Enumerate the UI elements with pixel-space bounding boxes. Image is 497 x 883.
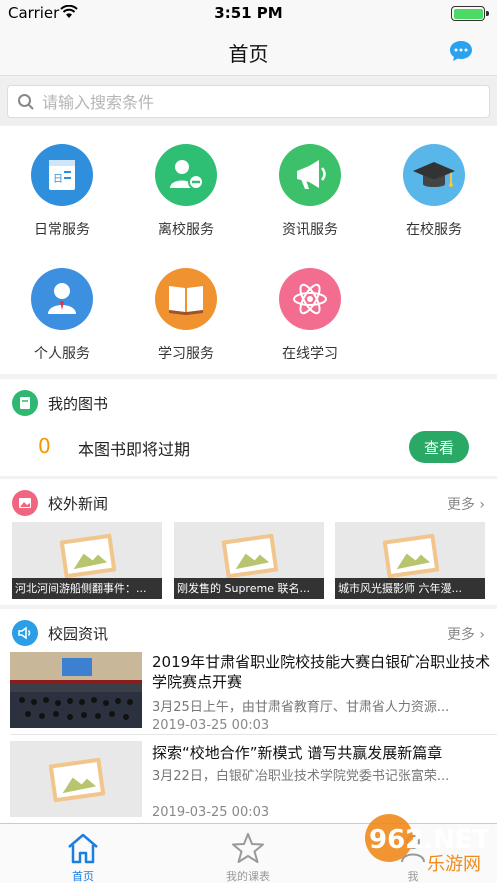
site-watermark: 962.NET 乐游网 <box>359 808 491 878</box>
svg-text:日: 日 <box>53 174 63 185</box>
news-article[interactable]: 2019年甘肃省职业院校技能大赛白银矿冶职业技术学院赛点开赛 3月25日上午，由… <box>0 652 497 738</box>
service-on-campus[interactable]: 在校服务 <box>379 126 489 246</box>
search-icon <box>18 94 34 110</box>
chevron-right-icon: › <box>479 497 485 513</box>
news-caption: 刚发售的 Supreme 联名... <box>174 578 324 599</box>
article-date: 2019-03-25 00:03 <box>152 718 270 733</box>
service-grid: 日 日常服务 离校服务 资讯服务 在校服务 个人服务 学习服务 在线学习 <box>0 126 497 374</box>
more-link[interactable]: 更多 › <box>447 624 485 644</box>
service-label: 在校服务 <box>406 222 462 238</box>
book-icon <box>155 268 217 330</box>
service-label: 学习服务 <box>158 346 214 362</box>
chevron-right-icon: › <box>479 627 485 643</box>
campus-news-section: 校园资讯 更多 › 2019年甘肃省职业院校技能大赛白银矿冶职业技术学院赛点开赛… <box>0 609 497 823</box>
service-online-learning[interactable]: 在线学习 <box>255 250 365 370</box>
article-title: 2019年甘肃省职业院校技能大赛白银矿冶职业技术学院赛点开赛 <box>152 653 491 691</box>
service-label: 个人服务 <box>34 346 90 362</box>
service-label: 离校服务 <box>158 222 214 238</box>
expiring-message: 本图书即将过期 <box>78 440 191 459</box>
external-news-section: 校外新闻 更多 › 河北河间游船侧翻事件：... 刚发售的 Supreme 联名… <box>0 479 497 605</box>
service-info[interactable]: 资讯服务 <box>255 126 365 246</box>
image-placeholder-icon <box>221 533 279 579</box>
search-box[interactable] <box>7 85 490 118</box>
more-label: 更多 <box>446 627 475 643</box>
section-title: 校园资讯 <box>48 625 109 643</box>
news-card[interactable]: 刚发售的 Supreme 联名... <box>174 522 324 599</box>
atom-icon <box>279 268 341 330</box>
search-input[interactable] <box>42 90 472 114</box>
news-caption: 城市风光摄影师 六年漫... <box>335 578 485 599</box>
service-label: 资讯服务 <box>282 222 338 238</box>
service-daily[interactable]: 日 日常服务 <box>7 126 117 246</box>
graduation-cap-icon <box>403 144 465 206</box>
megaphone-icon <box>279 144 341 206</box>
tab-my-schedule[interactable]: 我的课表 <box>193 824 303 883</box>
tab-home[interactable]: 首页 <box>28 824 138 883</box>
nav-bar: 首页 <box>0 28 497 76</box>
view-button[interactable]: 查看 <box>409 431 469 463</box>
service-label: 日常服务 <box>34 222 90 238</box>
calendar-icon: 日 <box>31 144 93 206</box>
section-header: 我的图书 <box>0 379 497 423</box>
more-label: 更多 <box>446 497 475 513</box>
chat-icon[interactable] <box>449 40 473 62</box>
clock: 3:51 PM <box>214 4 283 22</box>
more-link[interactable]: 更多 › <box>447 494 485 514</box>
image-placeholder-icon <box>382 533 440 579</box>
my-books-section: 我的图书 0 本图书即将过期 查看 <box>0 379 497 476</box>
news-card[interactable]: 河北河间游船侧翻事件：... <box>12 522 162 599</box>
article-thumbnail <box>10 652 142 728</box>
person-icon <box>31 268 93 330</box>
watermark-subtext: 乐游网 <box>427 854 481 875</box>
article-summary: 3月22日，白银矿冶职业技术学院党委书记张富荣... <box>152 769 450 784</box>
section-title: 我的图书 <box>48 395 109 413</box>
news-card[interactable]: 城市风光摄影师 六年漫... <box>335 522 485 599</box>
watermark-logo-icon: 962.NET 乐游网 <box>365 814 491 875</box>
article-date: 2019-03-25 00:03 <box>152 805 270 820</box>
page-title: 首页 <box>228 42 269 66</box>
section-header: 校园资讯 更多 › <box>0 609 497 653</box>
user-minus-icon <box>155 144 217 206</box>
battery-icon <box>451 6 489 21</box>
news-caption: 河北河间游船侧翻事件：... <box>12 578 162 599</box>
home-icon <box>68 833 98 864</box>
article-thumbnail <box>10 741 142 817</box>
service-study[interactable]: 学习服务 <box>131 250 241 370</box>
service-label: 在线学习 <box>282 346 338 362</box>
expiring-count: 0 <box>38 434 51 458</box>
speaker-icon <box>12 620 38 646</box>
divider <box>10 734 497 735</box>
search-bar <box>0 77 497 125</box>
image-icon <box>12 490 38 516</box>
section-header: 校外新闻 更多 › <box>0 479 497 523</box>
tab-label: 首页 <box>72 870 94 883</box>
article-title: 探索“校地合作”新模式 谱写共赢发展新篇章 <box>152 744 443 762</box>
watermark-text: 962.NET <box>369 825 489 855</box>
star-icon <box>232 833 264 863</box>
book-icon <box>12 390 38 416</box>
section-title: 校外新闻 <box>48 495 109 513</box>
article-summary: 3月25日上午，由甘肃省教育厅、甘肃省人力资源... <box>152 700 450 715</box>
service-personal[interactable]: 个人服务 <box>7 250 117 370</box>
service-leave-school[interactable]: 离校服务 <box>131 126 241 246</box>
status-bar: Carrier 3:51 PM <box>0 0 497 28</box>
image-placeholder-icon <box>59 533 117 579</box>
tab-label: 我的课表 <box>226 870 270 883</box>
